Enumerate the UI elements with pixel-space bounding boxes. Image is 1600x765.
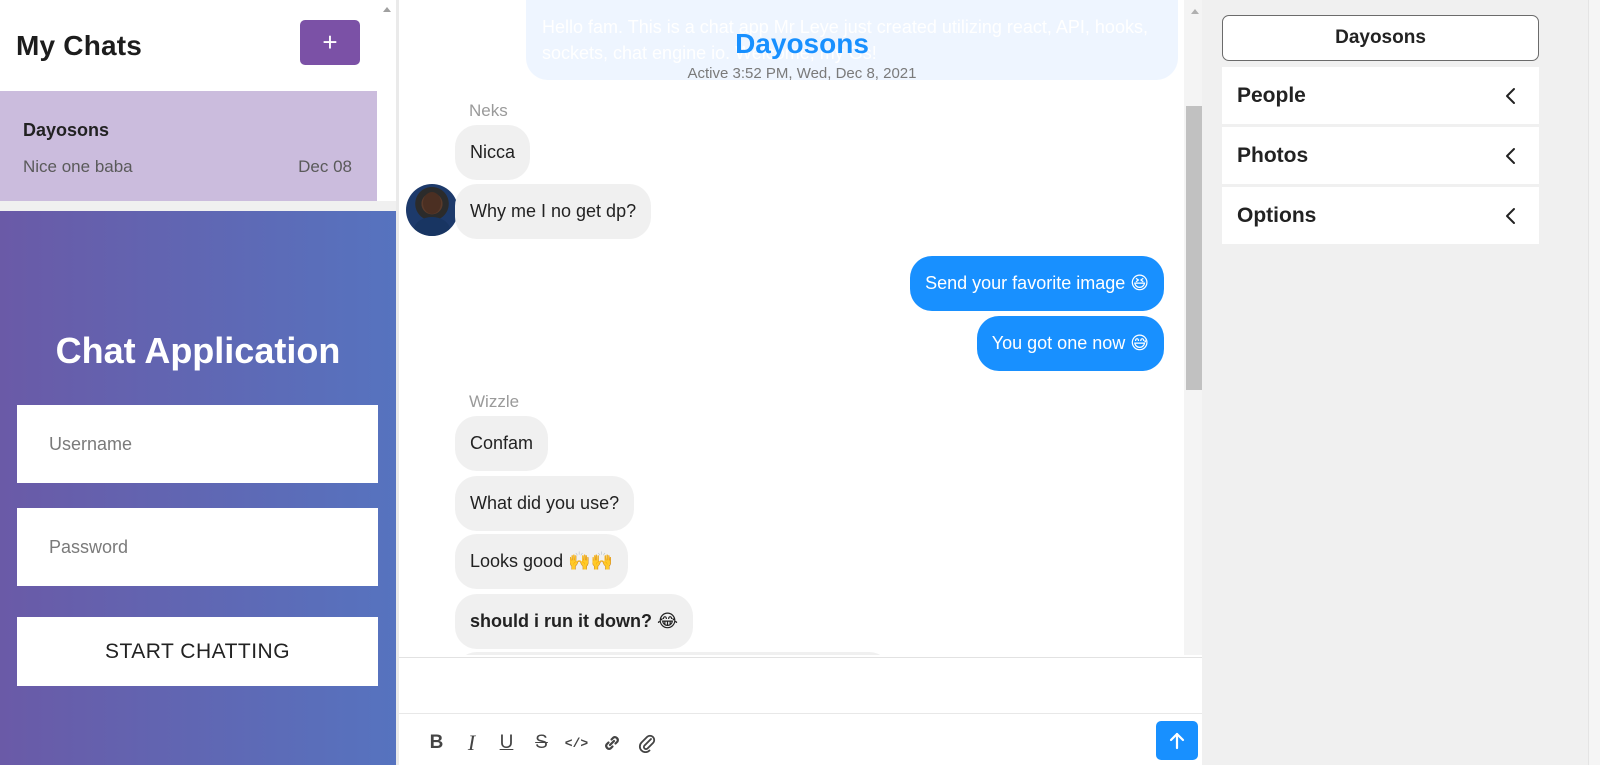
sender-name: Wizzle (469, 392, 520, 411)
send-button[interactable] (1156, 721, 1198, 760)
chat-card-date: Dec 08 (298, 157, 352, 176)
section-people[interactable]: People (1222, 67, 1539, 124)
link-icon[interactable] (594, 728, 629, 758)
message-bubble: should i run it down? 😂 (455, 594, 694, 649)
start-chatting-button[interactable]: START CHATTING (17, 617, 378, 686)
chevron-left-icon (1506, 88, 1515, 104)
chat-card-dayosons[interactable]: Dayosons Nice one baba Dec 08 (0, 91, 377, 201)
new-chat-button[interactable]: + (300, 20, 360, 65)
sender-name: Neks (469, 101, 508, 120)
chat-title: Dayosons (735, 28, 869, 59)
underline-icon[interactable]: U (489, 728, 524, 758)
chevron-left-icon (1506, 208, 1515, 224)
chevron-left-icon (1506, 148, 1515, 164)
page-scrollbar[interactable] (1588, 0, 1600, 765)
section-options[interactable]: Options (1222, 187, 1539, 244)
scroll-up-arrow-icon[interactable] (1191, 9, 1199, 14)
bold-icon[interactable]: B (419, 728, 454, 758)
scroll-up-arrow-icon[interactable] (383, 7, 391, 12)
chat-card-title: Dayosons (23, 120, 110, 140)
section-label: Options (1237, 204, 1317, 227)
chat-card-preview: Nice one baba (23, 157, 133, 176)
message-bubble: Why me I no get dp? (455, 184, 652, 239)
chat-list-title: My Chats (16, 30, 143, 61)
message-bubble-own: Send your favorite image 😆 (910, 256, 1164, 311)
arrow-up-icon (1169, 732, 1185, 749)
chat-subtitle: Active 3:52 PM, Wed, Dec 8, 2021 (687, 65, 917, 82)
message-bubble: Confam (455, 416, 549, 471)
avatar (406, 184, 458, 236)
scrollbar-thumb[interactable] (1186, 106, 1203, 390)
message-list: Hello fam. This is a chat app Mr Leye ju… (399, 0, 1185, 655)
login-title: Chat Application (55, 330, 341, 371)
app-window: My Chats + Dayosons Nice one baba Dec 08… (0, 0, 1600, 765)
section-photos[interactable]: Photos (1222, 127, 1539, 184)
divider (399, 713, 1202, 714)
strikethrough-icon[interactable]: S (524, 728, 559, 758)
chat-feed-panel: Hello fam. This is a chat app Mr Leye ju… (396, 0, 1205, 765)
message-bubble-own: You got one now 😅 (976, 316, 1164, 371)
divider (0, 201, 396, 211)
attachment-icon[interactable] (629, 728, 664, 758)
code-icon[interactable]: </> (559, 728, 594, 758)
message-composer: B I U S </> (399, 657, 1202, 765)
username-input[interactable] (17, 405, 378, 483)
login-form: Chat Application START CHATTING (0, 211, 396, 765)
section-label: People (1237, 84, 1306, 107)
password-input[interactable] (17, 508, 378, 586)
message-bubble: What did you use? (455, 476, 635, 531)
message-bubble: Nicca (455, 125, 531, 180)
italic-icon[interactable]: I (454, 728, 489, 758)
message-bubble: Looks good 🙌🙌 (455, 534, 628, 589)
chat-list-scrollbar[interactable] (377, 0, 396, 210)
chat-details-panel: Dayosons People Photos Options (1202, 0, 1600, 765)
section-label: Photos (1237, 144, 1309, 167)
chat-details-title: Dayosons (1222, 15, 1539, 61)
message-bubble-partial (455, 652, 891, 655)
formatting-toolbar: B I U S </> (419, 728, 664, 758)
chat-list-panel: My Chats + Dayosons Nice one baba Dec 08… (0, 0, 396, 765)
